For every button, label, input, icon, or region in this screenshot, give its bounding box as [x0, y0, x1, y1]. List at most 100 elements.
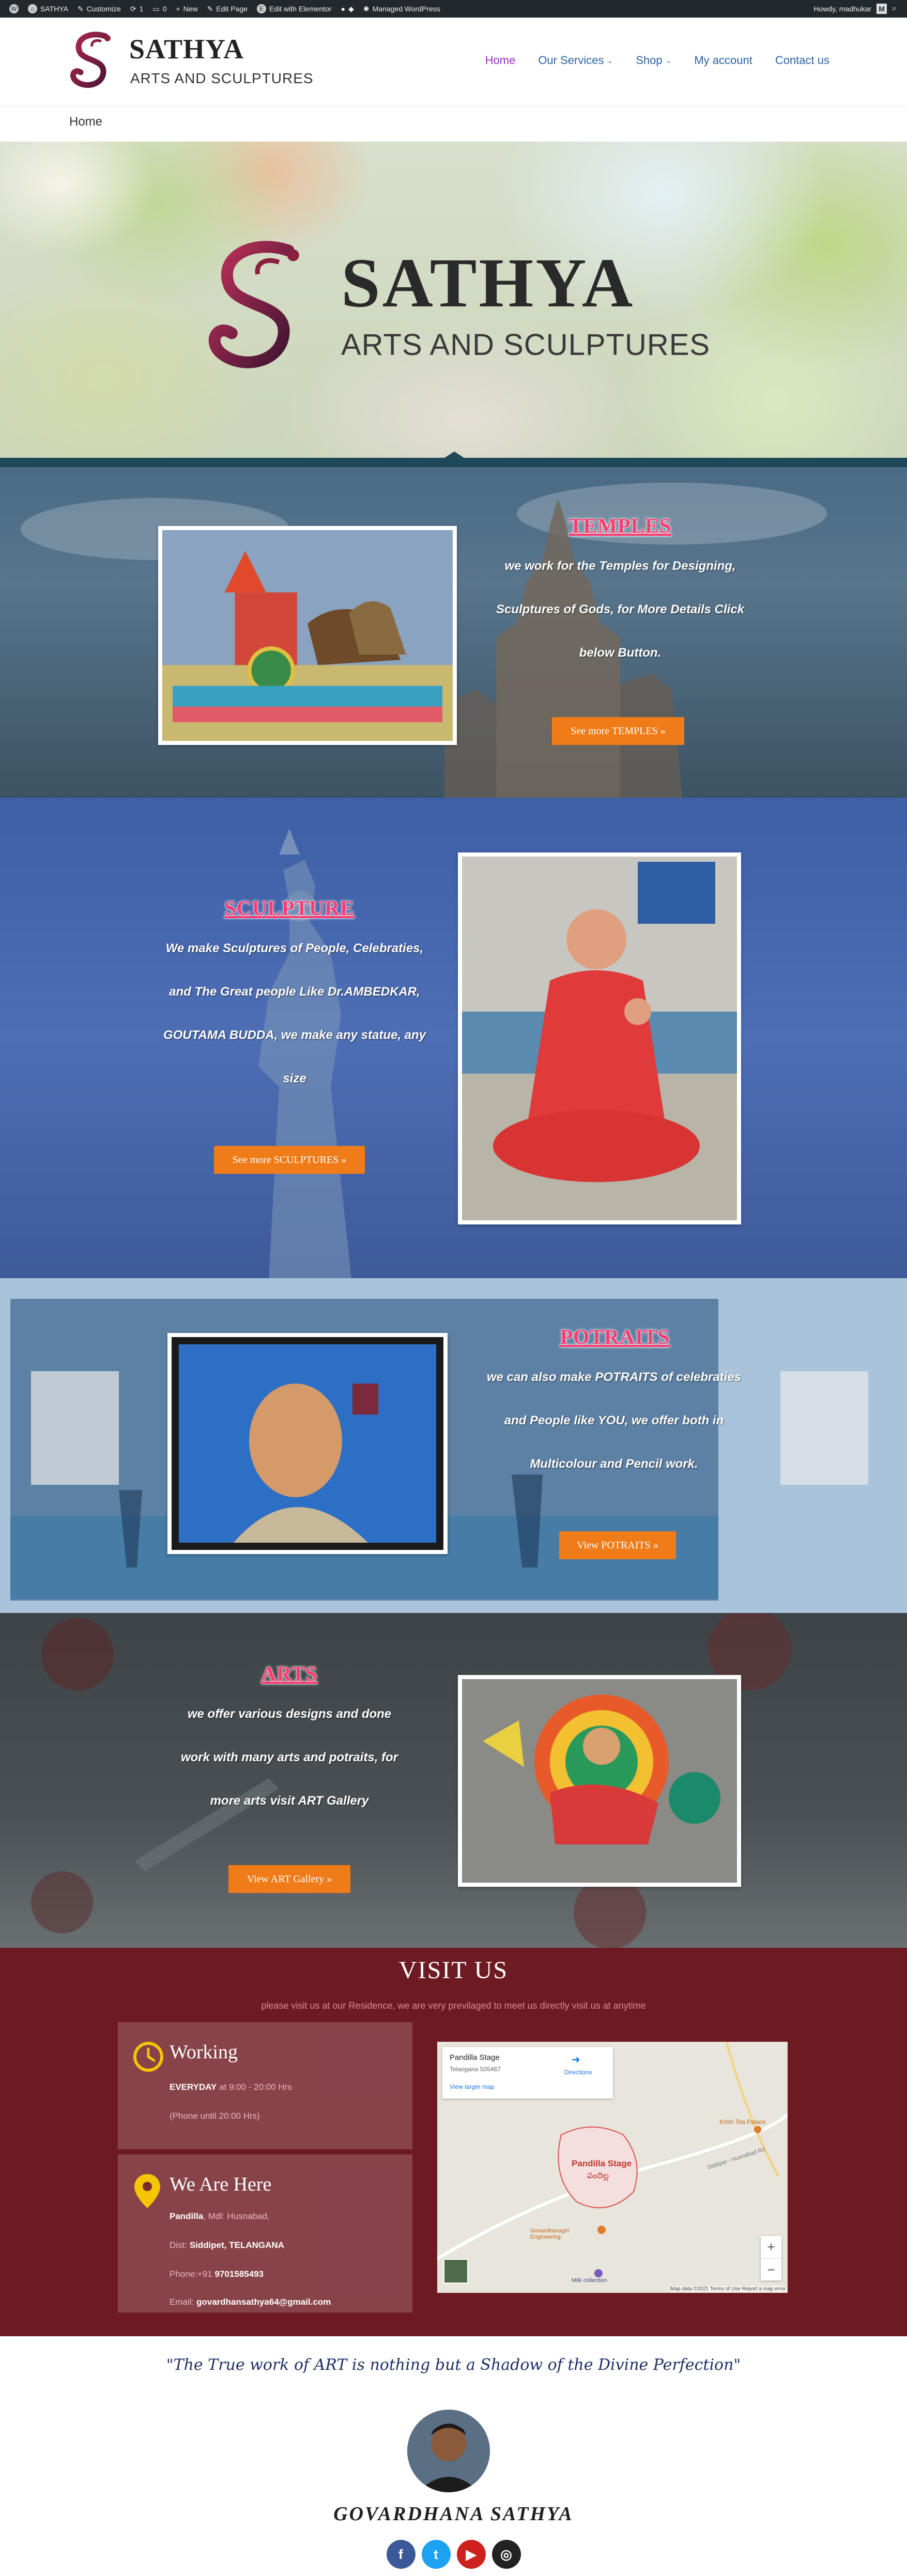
wp-admin-bar: W ⌂ SATHYA ✎ Customize ⟳ 1 ▭ 0 + New ✎ Edit Pa…: [0, 0, 907, 18]
potraits-description: we can also make POTRAITS of celebraties…: [449, 1356, 779, 1486]
map-poi-engineering: Govardhanagiri Engineering: [530, 2228, 570, 2240]
potraits-line: Multicolour and Pencil work.: [530, 1457, 698, 1471]
satellite-toggle[interactable]: [443, 2259, 468, 2284]
nav-shop[interactable]: Shop ⌄: [636, 54, 671, 67]
edit-page-link[interactable]: ✎ Edit Page: [207, 5, 248, 13]
home-icon: ⌂: [28, 4, 37, 13]
hero-subtitle: ARTS AND SCULPTURES: [341, 328, 711, 362]
email-label: Email:: [170, 2297, 196, 2307]
site-name-label: SATHYA: [40, 5, 68, 13]
new-label: New: [183, 5, 198, 13]
temples-section: TEMPLES we work for the Temples for Desi…: [0, 467, 907, 798]
view-potraits-button[interactable]: View POTRAITS »: [559, 1531, 676, 1559]
sculpture-line: We make Sculptures of People, Celebratie…: [165, 941, 424, 955]
phone-value[interactable]: 9701585493: [214, 2269, 264, 2279]
customize-label: Customize: [86, 5, 121, 13]
rangoli-picture: [462, 1679, 737, 1883]
temples-line: we work for the Temples for Designing,: [504, 559, 736, 573]
updates-link[interactable]: ⟳ 1: [130, 5, 144, 13]
email-value[interactable]: govardhansathya64@gmail.com: [196, 2297, 331, 2307]
potraits-section: POTRAITS we can also make POTRAITS of ce…: [0, 1278, 907, 1613]
facebook-icon[interactable]: f: [386, 2540, 416, 2569]
working-hours-value: at 9:00 - 20:00 Hrs: [217, 2082, 292, 2092]
clock-icon: [133, 2042, 163, 2072]
extra-toolbar-icons[interactable]: ● ◆: [341, 5, 354, 13]
zoom-in-button[interactable]: +: [761, 2236, 781, 2258]
managed-wp-link[interactable]: ✺ Managed WordPress: [363, 5, 440, 13]
new-content-link[interactable]: + New: [176, 5, 197, 13]
nav-our-services[interactable]: Our Services ⌄: [538, 54, 613, 67]
person-name: GOVARDHANA SATHYA: [333, 2503, 574, 2525]
temple-chariot-image: [158, 526, 457, 745]
potraits-line: and People like YOU, we offer both in: [504, 1414, 724, 1427]
chevron-down-icon: ⌄: [607, 56, 613, 65]
primary-nav: Home Our Services ⌄ Shop ⌄ My account Cont…: [485, 54, 829, 67]
sculpture-line: GOUTAMA BUDDA, we make any statue, any: [163, 1028, 426, 1042]
map-info-box: Pandilla Stage Telangana 505467 View lar…: [442, 2047, 613, 2099]
comments-link[interactable]: ▭ 0: [152, 5, 166, 13]
circle-icon: ●: [341, 5, 346, 13]
sculpture-line: size: [283, 1072, 306, 1085]
district-label: Dist:: [170, 2240, 187, 2250]
wp-logo-menu[interactable]: W: [9, 4, 19, 13]
customize-link[interactable]: ✎ Customize: [78, 5, 121, 13]
man-potrait-picture: [172, 1337, 443, 1550]
site-name-link[interactable]: ⌂ SATHYA: [28, 4, 68, 13]
nav-contact-us[interactable]: Contact us: [775, 54, 829, 67]
zoom-out-button[interactable]: −: [761, 2258, 781, 2280]
breadcrumb: Home: [0, 106, 907, 142]
working-heading: Working: [170, 2041, 238, 2063]
location-heading: We Are Here: [170, 2174, 272, 2195]
nav-contact-us-label: Contact us: [775, 54, 829, 67]
instagram-icon[interactable]: ◎: [491, 2540, 521, 2569]
see-more-sculptures-button[interactable]: See more SCULPTURES »: [214, 1146, 365, 1174]
directions-icon[interactable]: ➜: [572, 2053, 580, 2066]
search-icon[interactable]: ⌕: [892, 4, 897, 13]
nav-shop-label: Shop: [636, 54, 663, 67]
temples-line: below Button.: [579, 646, 662, 660]
arts-line: more arts visit ART Gallery: [210, 1794, 369, 1808]
breadcrumb-home[interactable]: Home: [69, 115, 102, 129]
twitter-icon[interactable]: t: [421, 2540, 451, 2569]
site-title[interactable]: SATHYA: [129, 33, 244, 65]
visit-us-section: VISIT US please visit us at our Residenc…: [0, 1948, 907, 2336]
site-logo-icon[interactable]: [69, 31, 116, 92]
managed-label: Managed WordPress: [372, 5, 440, 13]
sculpture-section: SCULPTURE We make Sculptures of People, …: [0, 798, 907, 1278]
shield-icon: ◆: [348, 4, 354, 13]
map-zoom-controls: + −: [761, 2236, 781, 2280]
view-larger-map-link[interactable]: View larger map: [450, 2083, 494, 2090]
edit-page-label: Edit Page: [216, 5, 248, 13]
comments-count: 0: [162, 5, 167, 13]
temples-title: TEMPLES: [568, 514, 672, 537]
district-value: Siddipet, TELANGANA: [187, 2240, 284, 2250]
working-days-label: EVERYDAY: [170, 2082, 217, 2092]
visit-subtitle: please visit us at our Residence, we are…: [261, 2000, 646, 2011]
village-name: Pandilla: [170, 2211, 204, 2221]
rangoli-art-image: [458, 1675, 741, 1887]
google-map-embed[interactable]: Pandilla Stage Telangana 505467 View lar…: [437, 2042, 788, 2293]
my-account-menu[interactable]: Howdy, madhukar M ⌕: [813, 0, 897, 18]
temples-description: we work for the Temples for Designing, S…: [455, 545, 786, 675]
email-line: Email: govardhansathya64@gmail.com: [170, 2297, 331, 2307]
gear-icon: ✺: [363, 4, 370, 13]
view-art-gallery-button[interactable]: View ART Gallery »: [228, 1865, 350, 1893]
map-poi-tea-palace: Krish Tea Palace: [719, 2118, 766, 2125]
hero-title: SATHYA: [341, 244, 635, 322]
see-more-temples-button[interactable]: See more TEMPLES »: [552, 717, 684, 745]
elementor-label: Edit with Elementor: [269, 5, 332, 13]
avatar: [407, 2410, 490, 2492]
nav-home[interactable]: Home: [485, 54, 516, 67]
potraits-title: POTRAITS: [560, 1325, 670, 1348]
nav-my-account[interactable]: My account: [694, 54, 752, 67]
youtube-icon[interactable]: ▶: [456, 2540, 486, 2569]
chariot-sculpture-picture: [162, 530, 453, 741]
directions-link[interactable]: Directions: [564, 2069, 592, 2076]
mandal-name: , Mdl: Husnabad,: [203, 2211, 270, 2221]
nav-my-account-label: My account: [694, 54, 752, 67]
user-avatar-icon: M: [877, 4, 887, 14]
nav-our-services-label: Our Services: [538, 54, 604, 67]
elementor-link[interactable]: E Edit with Elementor: [257, 4, 332, 13]
working-note: (Phone until 20:00 Hrs): [170, 2111, 260, 2121]
site-header: SATHYA ARTS AND SCULPTURES Home Our Serv…: [0, 18, 907, 106]
